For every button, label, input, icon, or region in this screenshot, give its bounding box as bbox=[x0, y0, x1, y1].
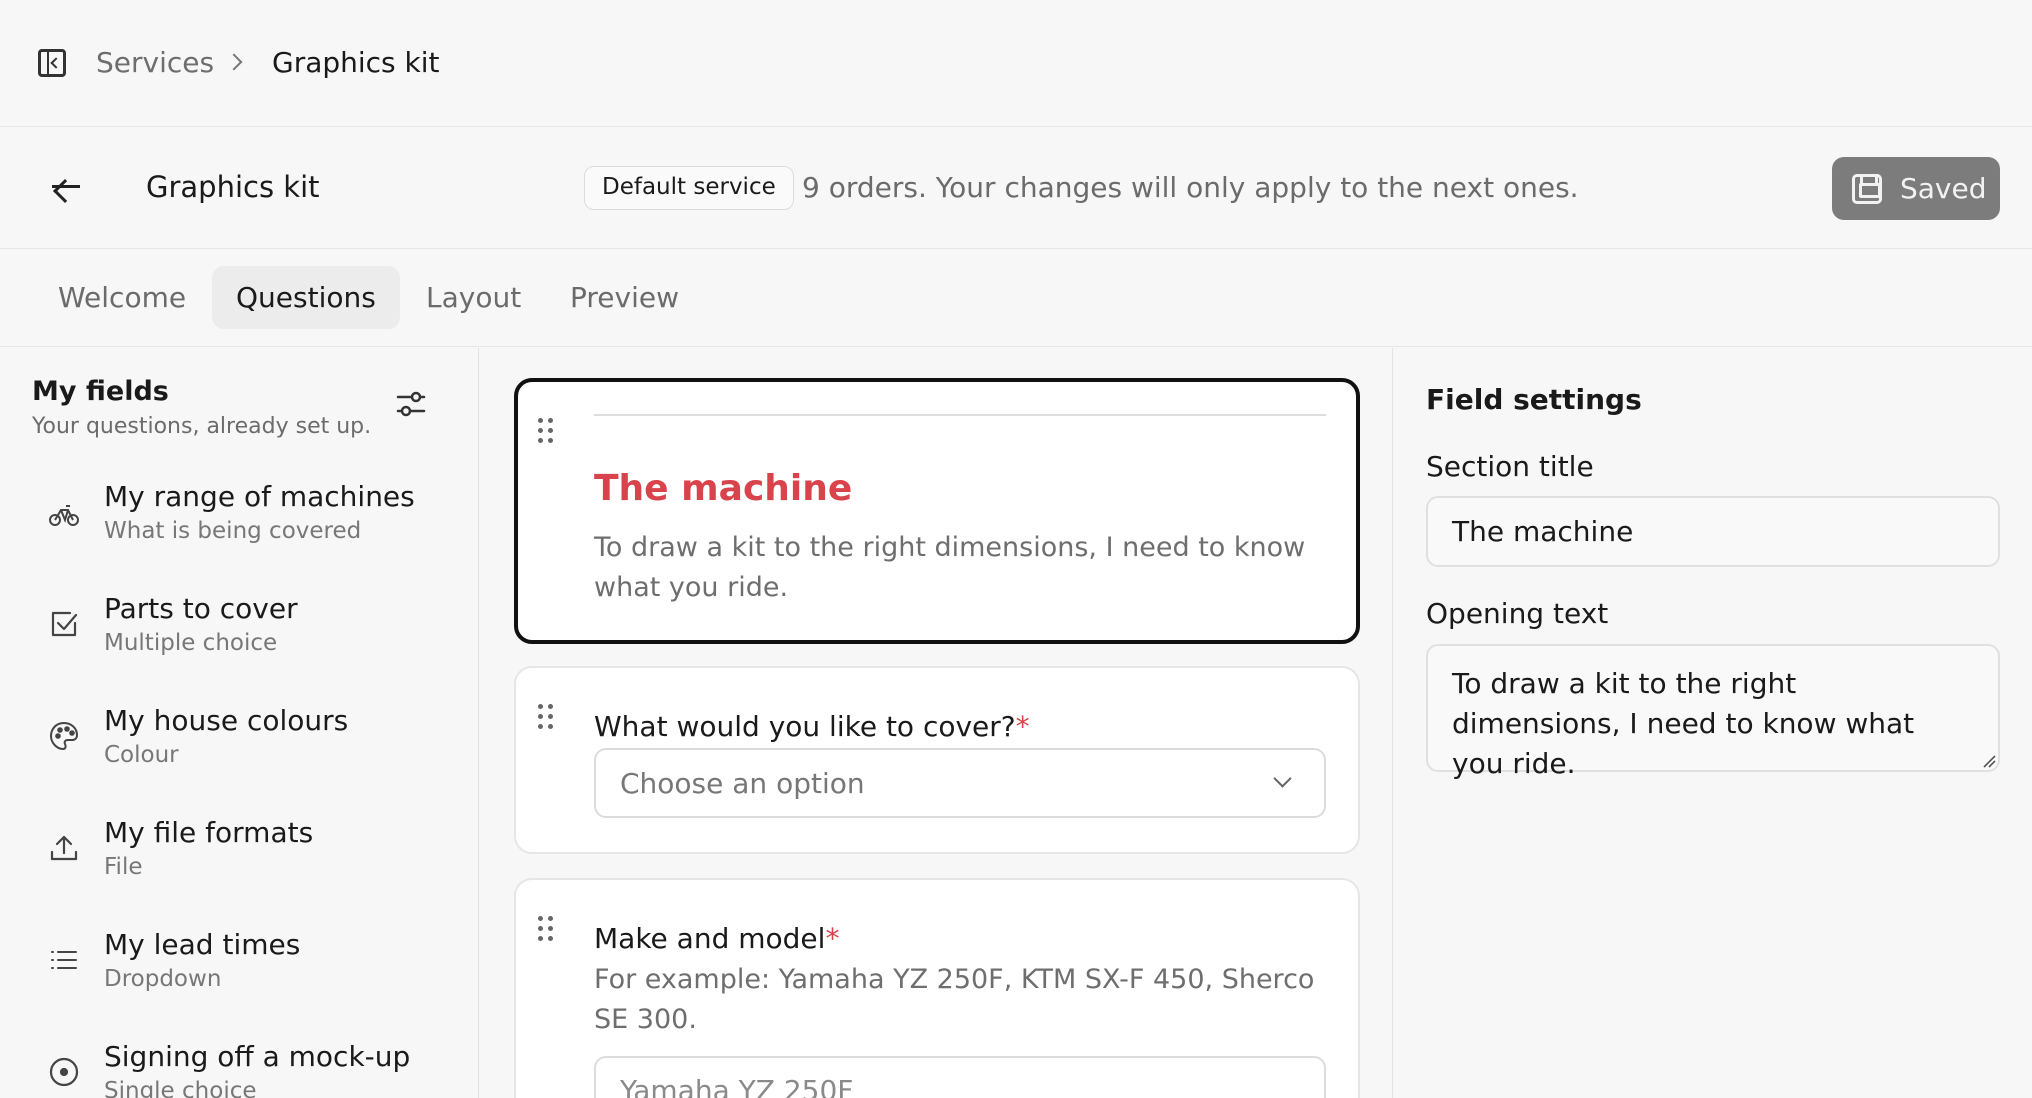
breadcrumb-item-services[interactable]: Services bbox=[96, 46, 214, 79]
required-asterisk: * bbox=[1015, 710, 1030, 743]
field-name: Signing off a mock-up bbox=[104, 1040, 411, 1073]
required-asterisk: * bbox=[825, 922, 840, 955]
back-arrow-icon[interactable] bbox=[52, 185, 80, 188]
my-fields-title: My fields bbox=[32, 376, 169, 407]
orders-info-text: 9 orders. Your changes will only apply t… bbox=[802, 171, 1579, 204]
field-type: Multiple choice bbox=[104, 630, 278, 656]
section-divider bbox=[594, 414, 1326, 416]
section-description: To draw a kit to the right dimensions, I… bbox=[594, 532, 1306, 603]
checkbox-icon bbox=[51, 611, 78, 637]
field-settings-title: Field settings bbox=[1426, 383, 1642, 416]
input-placeholder: Yamaha YZ 250F bbox=[620, 1074, 854, 1098]
question-label: Make and model* bbox=[594, 922, 840, 955]
saved-button[interactable]: Saved bbox=[1832, 157, 2000, 220]
section-title-label: Section title bbox=[1426, 450, 1594, 483]
tab-preview[interactable]: Preview bbox=[546, 266, 703, 329]
save-icon bbox=[1852, 173, 1882, 204]
section-title: The machine bbox=[594, 468, 853, 509]
tab-questions[interactable]: Questions bbox=[212, 266, 400, 329]
sidebar-collapse-icon[interactable] bbox=[38, 49, 66, 77]
section-title-value: The machine bbox=[1452, 515, 1634, 548]
opening-text-value: To draw a kit to the right dimensions, I… bbox=[1452, 667, 1915, 780]
field-type: File bbox=[104, 854, 143, 880]
field-type: Single choice bbox=[104, 1078, 257, 1098]
field-name: My house colours bbox=[104, 704, 349, 737]
drag-handle-icon[interactable] bbox=[538, 704, 556, 730]
field-type: Dropdown bbox=[104, 966, 222, 992]
field-name: My lead times bbox=[104, 928, 301, 961]
bike-icon bbox=[49, 505, 79, 526]
drag-handle-icon[interactable] bbox=[538, 418, 556, 444]
field-name: My file formats bbox=[104, 816, 314, 849]
radio-icon bbox=[49, 1057, 79, 1087]
default-service-badge: Default service bbox=[584, 166, 794, 210]
my-fields-subtitle: Your questions, already set up. bbox=[32, 414, 372, 439]
tab-layout[interactable]: Layout bbox=[402, 266, 545, 329]
resize-handle-icon[interactable] bbox=[1982, 754, 1996, 768]
saved-button-label: Saved bbox=[1900, 172, 1987, 205]
field-name: My range of machines bbox=[104, 480, 415, 513]
opening-text-label: Opening text bbox=[1426, 597, 1609, 630]
upload-icon bbox=[50, 835, 78, 861]
page-title: Graphics kit bbox=[146, 170, 320, 204]
field-type: What is being covered bbox=[104, 518, 362, 544]
palette-icon bbox=[49, 721, 79, 751]
field-name: Parts to cover bbox=[104, 592, 298, 625]
list-icon bbox=[51, 951, 77, 969]
drag-handle-icon[interactable] bbox=[538, 916, 556, 942]
tab-welcome[interactable]: Welcome bbox=[34, 266, 210, 329]
breadcrumb-item-current: Graphics kit bbox=[272, 46, 440, 79]
select-placeholder: Choose an option bbox=[620, 767, 865, 800]
question-label: What would you like to cover?* bbox=[594, 710, 1030, 743]
field-type: Colour bbox=[104, 742, 179, 768]
filter-settings-icon[interactable] bbox=[396, 390, 426, 418]
question-help-text: For example: Yamaha YZ 250F, KTM SX-F 45… bbox=[594, 964, 1315, 1035]
